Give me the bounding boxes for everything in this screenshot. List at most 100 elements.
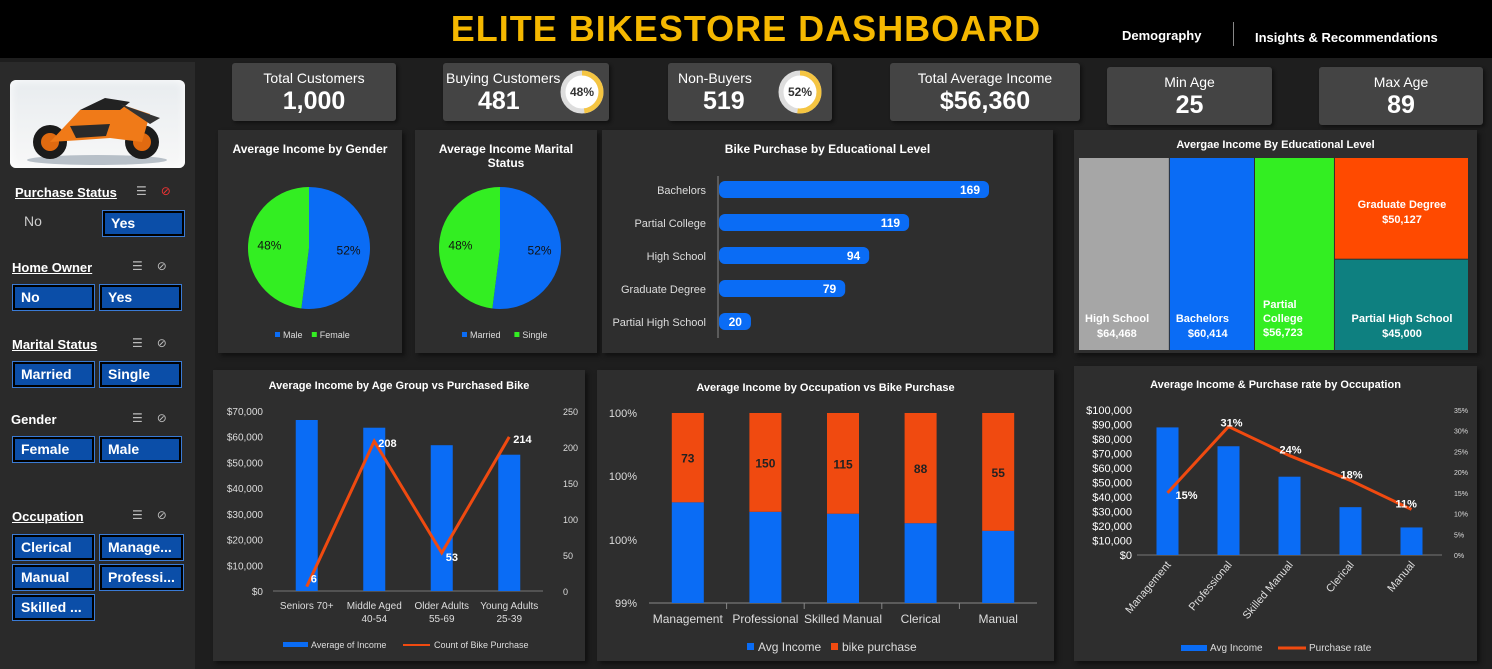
y2-tick-label: 200 (563, 443, 578, 453)
x-tick-label: 40-54 (361, 614, 387, 625)
y2-tick-label: 35% (1454, 408, 1468, 415)
slicer-marital-single[interactable]: Single (99, 361, 182, 388)
income-bar (498, 454, 521, 591)
age-combo-chart: $0 $10,000 $20,000 $30,000 $40,000 $50,000 $60… (227, 407, 578, 650)
slicer-gender-female[interactable]: Female (12, 436, 95, 463)
treemap-label: Partial High School (1352, 313, 1453, 325)
y-tick-label: 100% (609, 535, 637, 547)
slicer-home-owner-tools: ☰ ⊘ (118, 259, 167, 273)
kpi-buying-customers: Buying Customers 481 48% (443, 63, 609, 121)
y-tick-label: $80,000 (1092, 434, 1132, 446)
legend-label: Avg Income (1210, 643, 1263, 654)
segment-value-label: 115 (833, 457, 853, 471)
nav-demography[interactable]: Demography (1122, 28, 1201, 43)
y2-tick-label: 25% (1454, 449, 1468, 456)
kpi-non-buyers: Non-Buyers 519 52% (668, 63, 832, 121)
occ-combo-chart: $0 $10,000 $20,000 $30,000 $40,000 $50,000 $60… (1086, 405, 1468, 654)
legend-label: Female (320, 330, 350, 340)
x-tick-label: Skilled Manual (1241, 559, 1296, 622)
panel-gender-pie: Average Income by Gender 52% 48% Male Femal… (218, 130, 402, 353)
y-tick-label: $30,000 (227, 510, 264, 521)
bar-value-label: 20 (729, 315, 743, 329)
x-tick-label: Seniors 70+ (280, 601, 334, 612)
kpi-label: Total Customers (263, 70, 365, 86)
category-label: Partial High School (612, 317, 706, 329)
treemap-label: Graduate Degree (1358, 199, 1447, 211)
slicer-occupation-professional[interactable]: Professi... (99, 564, 184, 591)
treemap-value: $60,414 (1188, 328, 1229, 340)
clear-filter-icon[interactable]: ⊘ (157, 259, 167, 273)
y-tick-label: $0 (252, 587, 264, 598)
pie-data-label: 48% (448, 239, 472, 253)
bar-value-label: 94 (847, 249, 861, 263)
y-tick-label: $40,000 (227, 484, 264, 495)
multi-select-icon[interactable]: ☰ (132, 259, 143, 273)
y-tick-label: 100% (609, 471, 637, 483)
y-tick-label: $60,000 (1092, 463, 1132, 475)
multi-select-icon[interactable]: ☰ (132, 411, 143, 425)
segment-value-label: 150 (755, 456, 775, 470)
legend-swatch (283, 642, 308, 647)
avg-income-segment (749, 511, 782, 603)
y-tick-label: $70,000 (227, 407, 264, 418)
legend-swatch (747, 643, 754, 650)
legend-label: Purchase rate (1309, 643, 1372, 654)
slicer-home-owner-no[interactable]: No (12, 284, 95, 311)
clear-filter-icon[interactable]: ⊘ (157, 336, 167, 350)
avg-income-bar (1400, 527, 1423, 555)
x-tick-label: Clerical (1324, 559, 1357, 595)
nav-insights[interactable]: Insights & Recommendations (1255, 30, 1438, 45)
pie-data-label: 52% (528, 243, 552, 257)
slicer-gender-tools: ☰ ⊘ (118, 411, 167, 425)
kpi-total-customers: Total Customers 1,000 (232, 63, 396, 121)
multi-select-icon[interactable]: ☰ (136, 184, 147, 198)
y-tick-label: $10,000 (227, 561, 264, 572)
slicer-occupation-clerical[interactable]: Clerical (12, 534, 95, 561)
y2-tick-label: 20% (1454, 470, 1468, 477)
kpi-label: Total Average Income (917, 70, 1053, 86)
x-tick-label: 25-39 (496, 614, 522, 625)
clear-filter-icon[interactable]: ⊘ (161, 184, 171, 198)
x-tick-label: Manual (979, 612, 1018, 626)
buyers-ring-label: 48% (570, 85, 594, 99)
clear-filter-icon[interactable]: ⊘ (157, 508, 167, 522)
kpi-max-age: Max Age 89 (1319, 67, 1483, 125)
x-tick-label: Management (1123, 559, 1173, 616)
avg-income-bar (1278, 476, 1301, 555)
income-bar (430, 445, 453, 591)
line-data-label: 15% (1176, 490, 1198, 502)
slicer-purchase-no[interactable]: No (18, 211, 96, 236)
kpi-value: 25 (1175, 91, 1204, 119)
line-data-label: 6 (311, 574, 317, 586)
slicer-occupation-tools: ☰ ⊘ (118, 508, 167, 522)
slicer-home-owner-yes[interactable]: Yes (99, 284, 182, 311)
x-tick-label: Young Adults (480, 601, 538, 612)
multi-select-icon[interactable]: ☰ (132, 508, 143, 522)
panel-edu-bar: Bike Purchase by Educational Level Bache… (602, 130, 1053, 353)
slicer-marital-married[interactable]: Married (12, 361, 95, 388)
purchase-count-line (305, 436, 511, 588)
slicer-purchase-status-title: Purchase Status (15, 185, 117, 200)
slicer-occupation-management[interactable]: Manage... (99, 534, 184, 561)
legend-label: Avg Income (758, 640, 821, 654)
legend-label: Average of Income (311, 640, 386, 650)
marital-pie-chart: 52% 48% Married Single (439, 187, 561, 340)
multi-select-icon[interactable]: ☰ (132, 336, 143, 350)
treemap-value: $45,000 (1382, 328, 1422, 340)
kpi-value: $56,360 (939, 87, 1031, 115)
slicer-purchase-status-tools: ☰ ⊘ (122, 184, 171, 198)
income-bar (295, 420, 318, 591)
y-tick-label: $100,000 (1086, 405, 1132, 417)
x-tick-label: Clerical (901, 612, 941, 626)
treemap-value: $64,468 (1097, 328, 1137, 340)
slicer-occupation-manual[interactable]: Manual (12, 564, 95, 591)
slicer-occupation-title: Occupation (12, 509, 84, 524)
y-tick-label: $90,000 (1092, 420, 1132, 432)
y-tick-label: $40,000 (1092, 492, 1132, 504)
category-label: Partial College (634, 218, 706, 230)
legend-swatch (311, 332, 317, 337)
slicer-occupation-skilled[interactable]: Skilled ... (12, 594, 95, 621)
clear-filter-icon[interactable]: ⊘ (157, 411, 167, 425)
slicer-purchase-yes[interactable]: Yes (102, 210, 185, 237)
slicer-gender-male[interactable]: Male (99, 436, 182, 463)
